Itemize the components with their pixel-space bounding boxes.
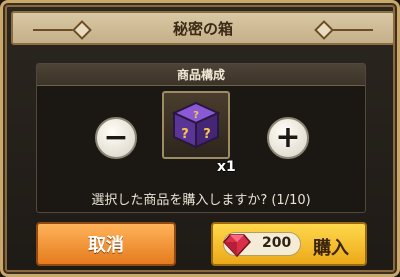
price-pill: 200: [222, 232, 301, 258]
svg-text:?: ?: [181, 127, 189, 142]
ruby-gem-icon: [222, 234, 252, 258]
dialog-titlebar: 秘密の箱: [11, 11, 395, 45]
svg-text:?: ?: [203, 127, 211, 142]
increase-button[interactable]: +: [267, 117, 309, 159]
confirm-question: 選択した商品を購入しますか? (1/10): [91, 193, 311, 208]
mystery-box-icon: ? ? ?: [171, 101, 221, 149]
purchase-dialog: 秘密の箱 商品構成 − ? ? ? x1 + 選択した商品を購入しますか? (1…: [0, 0, 400, 277]
buy-label: 購入: [313, 238, 349, 259]
item-panel: 商品構成 − ? ? ? x1 + 選択した商品を購入しますか? (1/10): [36, 63, 366, 213]
cancel-button[interactable]: 取消: [36, 222, 176, 266]
decrease-button[interactable]: −: [95, 117, 137, 159]
dialog-title: 秘密の箱: [172, 19, 233, 38]
buy-button[interactable]: 200 購入: [211, 222, 367, 266]
section-header: 商品構成: [37, 64, 365, 86]
price-value: 200: [262, 235, 292, 251]
item-slot: ? ? ?: [162, 91, 230, 159]
item-quantity: x1: [217, 159, 236, 175]
svg-text:?: ?: [193, 110, 199, 121]
title-ornament-line-right: [333, 29, 373, 31]
